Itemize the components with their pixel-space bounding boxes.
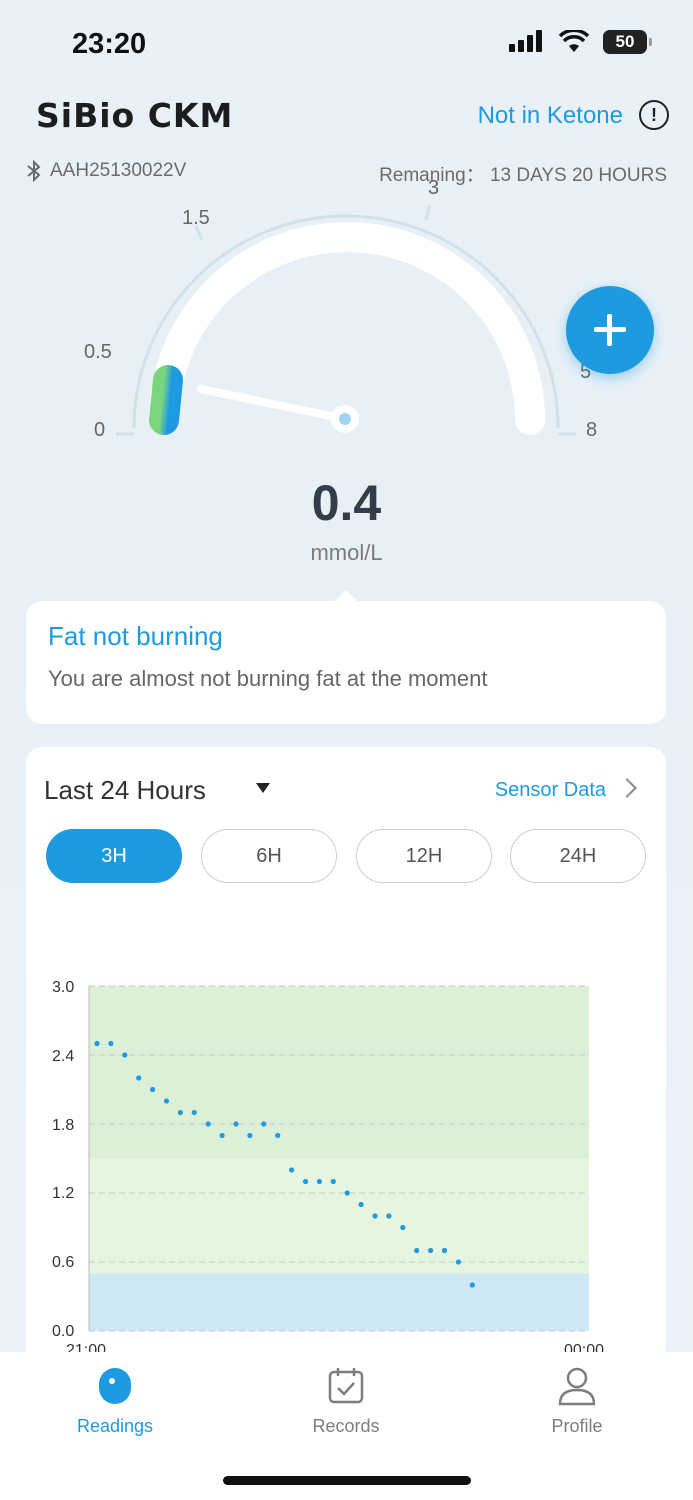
data-point xyxy=(205,1121,211,1127)
y-tick-0-0: 0.0 xyxy=(52,1323,74,1340)
data-point xyxy=(469,1282,475,1288)
range-24h-button[interactable]: 24H xyxy=(510,829,646,883)
history-card: Last 24 Hours Sensor Data 3H 6H 12H 24H … xyxy=(26,747,666,1387)
data-point xyxy=(136,1075,142,1081)
y-tick-1-2: 1.2 xyxy=(52,1185,74,1202)
ketone-value: 0.4 xyxy=(311,475,382,531)
range-3h-button[interactable]: 3H xyxy=(46,829,182,883)
y-tick-0-6: 0.6 xyxy=(52,1254,74,1271)
gauge-needle xyxy=(197,385,344,422)
range-6h-button[interactable]: 6H xyxy=(201,829,337,883)
status-card: Fat not burning You are almost not burni… xyxy=(26,601,666,724)
chevron-right-icon[interactable] xyxy=(617,778,637,798)
home-indicator xyxy=(223,1476,471,1485)
data-point xyxy=(261,1121,267,1127)
data-point xyxy=(289,1167,295,1173)
data-point xyxy=(177,1109,183,1116)
status-icons: 50 xyxy=(509,30,652,54)
device-row: AAH25130022V xyxy=(26,160,186,182)
data-point xyxy=(330,1178,336,1185)
ketone-unit: mmol/L xyxy=(310,540,383,565)
chart-band-2 xyxy=(89,986,589,1159)
gauge-tick-8: 8 xyxy=(586,419,597,441)
readings-icon xyxy=(99,1368,131,1404)
info-icon[interactable]: ! xyxy=(639,100,669,130)
battery-icon: 50 xyxy=(603,30,652,54)
status-time: 23:20 xyxy=(72,28,147,60)
nav-profile-label: Profile xyxy=(551,1416,603,1436)
gauge-tick-0-5: 0.5 xyxy=(84,341,112,363)
data-point xyxy=(247,1132,253,1139)
data-point xyxy=(386,1213,392,1219)
nav-records-label: Records xyxy=(312,1416,380,1436)
data-point xyxy=(455,1259,461,1265)
data-point xyxy=(122,1052,128,1058)
app-title: SiBio CKM xyxy=(36,96,234,135)
data-point xyxy=(302,1178,309,1185)
data-point xyxy=(414,1247,420,1254)
y-tick-1-8: 1.8 xyxy=(52,1117,74,1134)
chart-band-0 xyxy=(89,1273,589,1331)
data-point xyxy=(94,1040,100,1047)
data-point xyxy=(372,1213,378,1219)
data-point xyxy=(428,1247,434,1254)
chart-band-1 xyxy=(89,1158,589,1274)
nav-profile[interactable]: Profile xyxy=(507,1366,647,1437)
nav-readings-label: Readings xyxy=(76,1416,154,1436)
data-point xyxy=(233,1121,239,1127)
ketone-chart: 3.0 2.4 1.8 1.2 0.6 0.0 21:00 00:00 xyxy=(52,979,604,1355)
nav-records[interactable]: Records xyxy=(276,1366,416,1437)
calendar-check-icon xyxy=(328,1368,364,1404)
y-tick-2-4: 2.4 xyxy=(52,1048,74,1065)
data-point xyxy=(316,1178,322,1185)
data-point xyxy=(358,1201,364,1208)
data-point xyxy=(191,1109,197,1116)
y-tick-3-0: 3.0 xyxy=(52,979,74,996)
gauge-tick-0: 0 xyxy=(94,419,105,441)
data-point xyxy=(275,1132,281,1139)
period-selector[interactable]: Last 24 Hours xyxy=(44,775,206,806)
sensor-data-link[interactable]: Sensor Data xyxy=(495,779,606,802)
gauge-fill xyxy=(149,365,183,435)
data-point xyxy=(441,1247,448,1254)
device-id: AAH25130022V xyxy=(50,160,187,181)
signal-icon xyxy=(509,30,542,52)
status-description: You are almost not burning fat at the mo… xyxy=(48,666,488,691)
data-point xyxy=(108,1040,114,1047)
add-button[interactable] xyxy=(566,286,654,374)
ketone-status[interactable]: Not in Ketone xyxy=(478,102,623,130)
data-point xyxy=(400,1224,406,1231)
range-12h-button[interactable]: 12H xyxy=(356,829,492,883)
caret-down-icon[interactable] xyxy=(256,783,270,793)
bluetooth-icon xyxy=(27,160,41,182)
gauge-tick-1-5: 1.5 xyxy=(182,207,210,229)
data-point xyxy=(219,1132,225,1139)
status-title: Fat not burning xyxy=(48,621,223,651)
nav-readings[interactable]: Readings xyxy=(45,1366,185,1437)
wifi-icon xyxy=(559,30,589,52)
gauge-tick-3: 3 xyxy=(428,180,439,199)
data-point xyxy=(150,1086,156,1093)
data-point xyxy=(163,1098,170,1104)
person-icon xyxy=(558,1367,596,1406)
data-point xyxy=(344,1190,350,1196)
